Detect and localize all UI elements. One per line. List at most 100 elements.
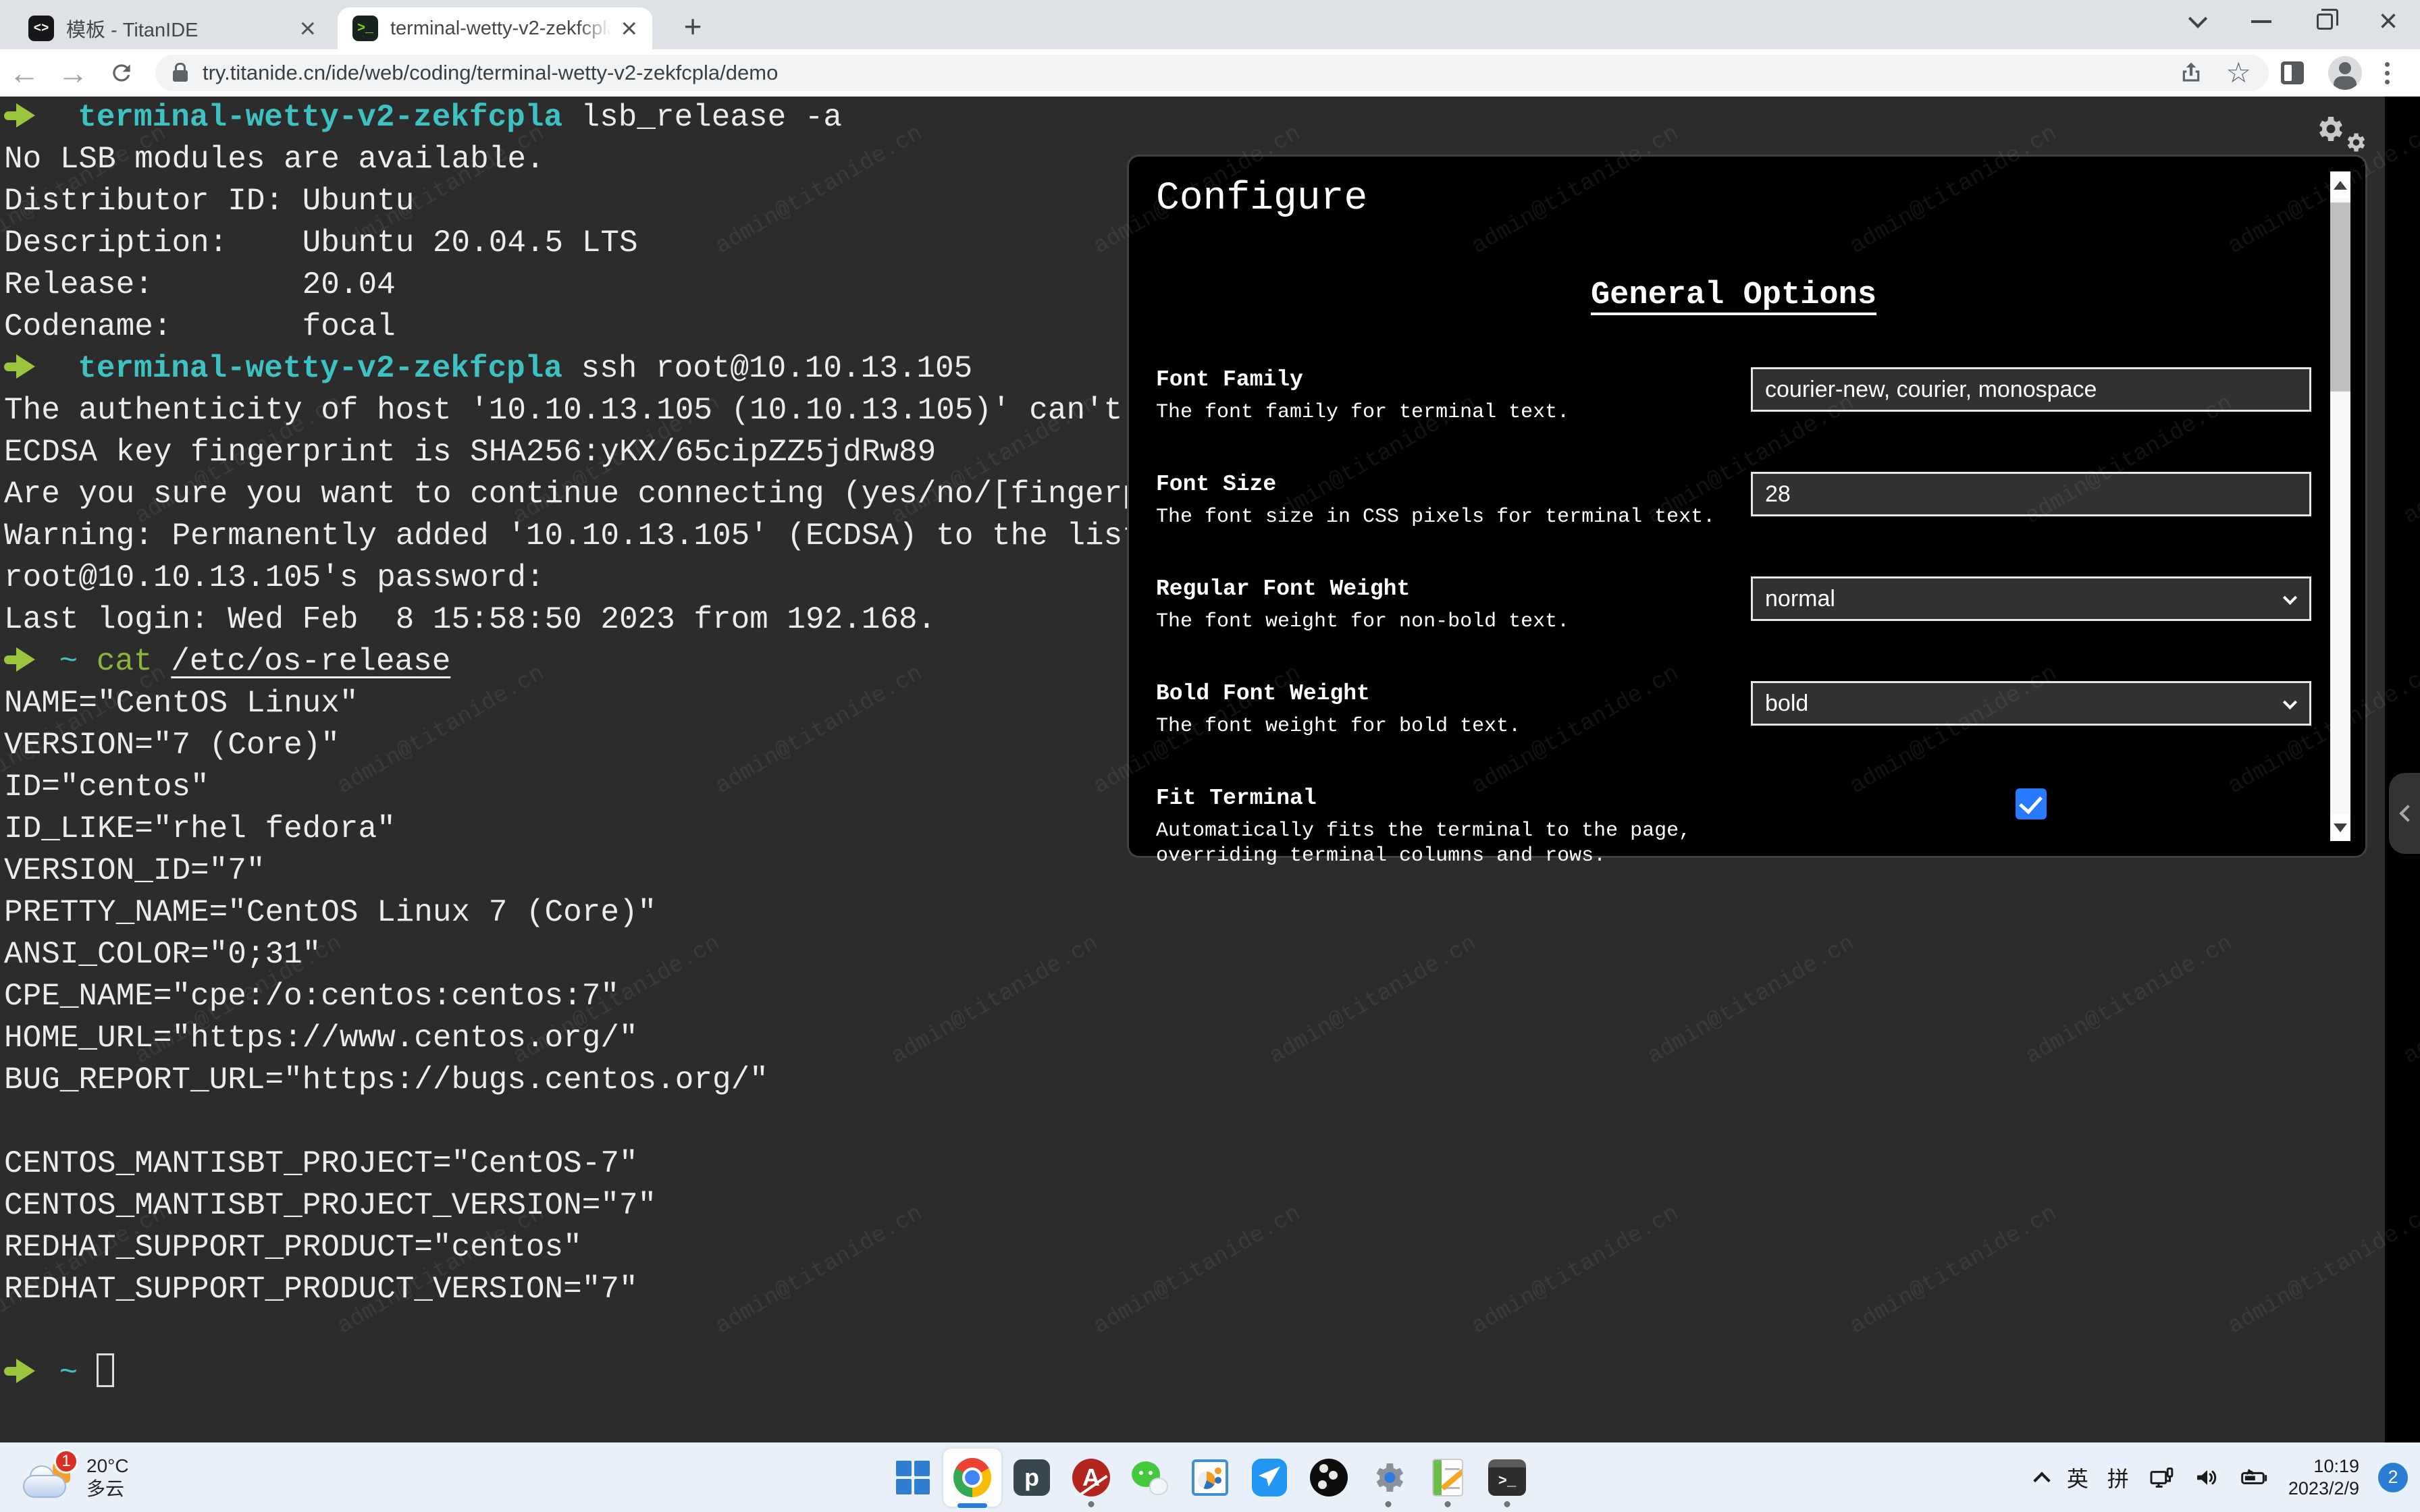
regular-font-weight-select[interactable]: normal [1751,576,2311,621]
terminal-text: HOME_URL="https://www.centos.org/" [4,1021,638,1056]
dialog-scrollbar[interactable] [2330,171,2350,841]
browser-menu-icon[interactable] [2385,62,2390,84]
taskbar-chrome[interactable] [953,1459,991,1496]
restore-button[interactable] [2293,0,2357,43]
prompt-arrow-icon [4,1359,35,1383]
tab-terminal[interactable]: >_ terminal-wetty-v2-zekfcpla - T × [338,7,652,49]
tab-title: terminal-wetty-v2-zekfcpla - T [390,18,611,40]
terminal-line [4,1101,2420,1143]
font-size-input[interactable] [1751,472,2311,516]
fit-terminal-checkbox[interactable] [2016,788,2047,819]
wechat-icon [1132,1459,1169,1496]
settings-gear-button[interactable] [2313,113,2381,160]
field-description: The font size in CSS pixels for terminal… [1156,505,1723,530]
terminal-text [41,644,59,679]
url-text[interactable]: try.titanide.cn/ide/web/coding/terminal-… [203,61,2157,85]
font-family-input[interactable] [1751,367,2311,412]
terminal-text: No LSB modules are available. [4,142,545,177]
ime-pinyin[interactable]: 拼 [2107,1462,2129,1493]
back-button[interactable]: ← [0,55,49,91]
taskbar-notepad[interactable] [1429,1459,1467,1496]
weather-condition: 多云 [86,1478,129,1501]
chevron-down-icon [2188,9,2207,28]
terminal-text: ssh root@10.10.13.105 [562,351,972,386]
chevron-down-icon [2283,695,2297,709]
field-bold-font-weight: Bold Font Weight The font weight for bol… [1156,681,2311,739]
terminal-line: HOME_URL="https://www.centos.org/" [4,1017,2420,1059]
windows-start-icon [896,1461,930,1494]
lock-icon[interactable] [173,70,188,82]
terminal-text: terminal-wetty-v2-zekfcpla [78,351,562,386]
new-tab-button[interactable]: + [675,9,710,44]
taskbar-dingtalk[interactable] [1251,1459,1288,1496]
tab-close-icon[interactable]: × [299,14,316,43]
terminal-text: ID="centos" [4,770,209,805]
taskbar-wechat[interactable] [1132,1459,1169,1496]
field-font-size: Font Size The font size in CSS pixels fo… [1156,472,2311,530]
volume-icon[interactable] [2194,1464,2221,1491]
tab-strip: <> 模板 - TitanIDE × >_ terminal-wetty-v2-… [0,0,2420,49]
taskbar-a-app[interactable]: A [1072,1459,1110,1496]
chevron-left-icon [2399,805,2416,821]
terminal-text [41,351,78,386]
battery-icon[interactable] [2240,1464,2269,1491]
profile-avatar[interactable] [2328,56,2362,90]
ime-language[interactable]: 英 [2067,1462,2088,1493]
windows-taskbar: 1 20°C 多云 p A >_ 英 拼 [0,1442,2420,1512]
terminal-line: BUG_REPORT_URL="https://bugs.centos.org/… [4,1059,2420,1101]
prompt-arrow-icon [4,647,35,672]
field-regular-font-weight: Regular Font Weight The font weight for … [1156,576,2311,634]
address-bar[interactable]: try.titanide.cn/ide/web/coding/terminal-… [155,55,2269,91]
share-icon [2177,59,2205,87]
start-button[interactable] [894,1459,932,1496]
field-font-family: Font Family The font family for terminal… [1156,367,2311,425]
terminal-line: PRETTY_NAME="CentOS Linux 7 (Core)" [4,892,2420,934]
clock[interactable]: 10:19 2023/2/9 [2288,1455,2359,1500]
panel-expand-handle[interactable] [2389,773,2420,854]
bookmark-button[interactable]: ☆ [2226,59,2251,87]
device-monitor-icon[interactable] [2148,1464,2175,1491]
taskbar-chart-app[interactable] [1191,1459,1229,1496]
notification-badge[interactable]: 2 [2378,1463,2408,1492]
terminal-text: ~ [59,1355,78,1390]
page-content: terminal-wetty-v2-zekfcpla lsb_release -… [0,97,2420,1442]
tab-titanide[interactable]: <> 模板 - TitanIDE × [14,7,331,49]
terminal-cursor [97,1353,114,1387]
terminal-text: Release: 20.04 [4,267,396,302]
terminal-line: REDHAT_SUPPORT_PRODUCT_VERSION="7" [4,1268,2420,1310]
field-label: Bold Font Weight [1156,681,1723,706]
tab-search-button[interactable] [2166,0,2230,43]
bold-font-weight-select[interactable]: bold [1751,681,2311,726]
side-panel-icon[interactable] [2281,61,2304,84]
weather-badge: 1 [54,1449,78,1474]
weather-widget[interactable]: 1 20°C 多云 [23,1442,129,1512]
taskbar-terminal[interactable]: >_ [1488,1459,1526,1496]
taskbar-obs[interactable] [1310,1459,1348,1496]
terminal-text: REDHAT_SUPPORT_PRODUCT_VERSION="7" [4,1272,638,1307]
field-label: Font Size [1156,472,1723,497]
selected-value: normal [1765,586,1835,612]
forward-button[interactable]: → [49,55,97,91]
terminal-line: CENTOS_MANTISBT_PROJECT_VERSION="7" [4,1185,2420,1226]
taskbar-settings[interactable] [1369,1459,1407,1496]
share-button[interactable] [2177,59,2205,87]
hidden-icons-chevron[interactable] [2033,1472,2050,1488]
scroll-up-arrow[interactable] [2330,171,2350,198]
tab-title: 模板 - TitanIDE [66,14,290,43]
tab-close-icon[interactable]: × [621,14,637,43]
terminal-line: ANSI_COLOR="0;31" [4,934,2420,975]
taskbar-apps: p A >_ [894,1442,1526,1512]
field-label: Font Family [1156,367,1723,392]
time-text: 10:19 [2288,1455,2359,1478]
scroll-down-arrow[interactable] [2330,814,2350,841]
reload-button[interactable] [97,60,146,86]
gear-icon [2313,113,2346,145]
close-window-button[interactable]: × [2357,0,2420,43]
scrollbar-thumb[interactable] [2330,202,2350,392]
dialog-title: Configure [1156,177,2311,221]
configure-dialog: Configure General Options Font Family Th… [1127,155,2367,858]
minimize-button[interactable] [2230,0,2293,43]
terminal-text: CENTOS_MANTISBT_PROJECT_VERSION="7" [4,1188,656,1223]
p-app-icon: p [1014,1459,1050,1496]
taskbar-p-app[interactable]: p [1013,1459,1051,1496]
